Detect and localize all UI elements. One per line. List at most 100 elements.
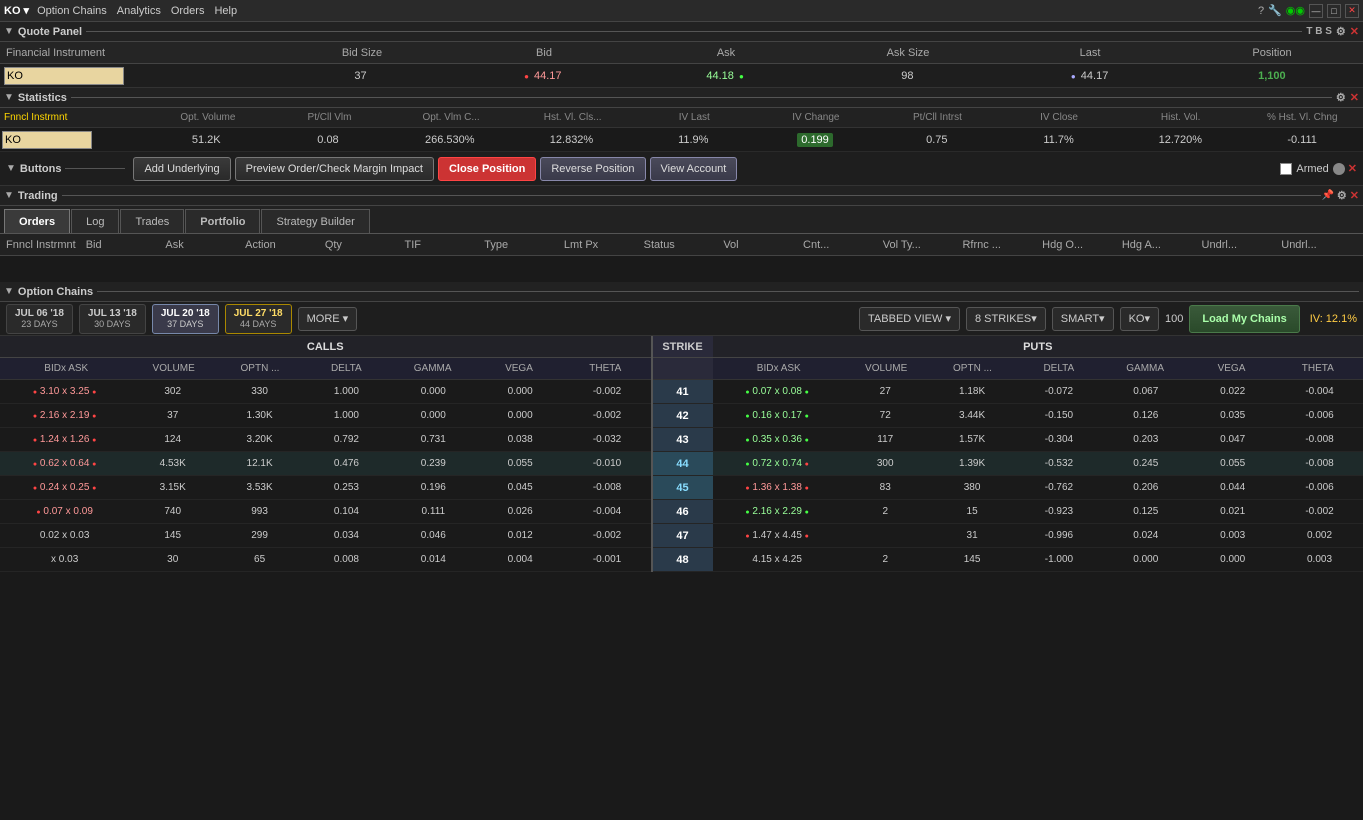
ask-number: 44.18 (706, 70, 734, 82)
menu-help[interactable]: Help (214, 5, 237, 17)
calls-row-3[interactable]: ● 0.62 x 0.64 ● 4.53K 12.1K 0.476 0.239 … (0, 452, 651, 476)
close-button[interactable]: ✕ (1345, 4, 1359, 18)
armed-icon-circle[interactable] (1333, 163, 1345, 175)
calls-bidask-0: ● 3.10 x 3.25 ● (0, 386, 129, 397)
title-bar-left: KO ▾ Option Chains Analytics Orders Help (4, 4, 1258, 17)
last-number: 44.17 (1081, 70, 1109, 82)
menu-orders[interactable]: Orders (171, 5, 205, 17)
strike-row-7[interactable]: 48 (653, 548, 713, 572)
calls-row-4[interactable]: ● 0.24 x 0.25 ● 3.15K 3.53K 0.253 0.196 … (0, 476, 651, 500)
settings-icon[interactable]: 🔧 (1268, 4, 1282, 17)
header-controls: ⚙ ✕ (1336, 91, 1359, 104)
calls-row-1[interactable]: ● 2.16 x 2.19 ● 37 1.30K 1.000 0.000 0.0… (0, 404, 651, 428)
gear-icon[interactable]: ⚙ (1336, 25, 1346, 38)
menu-option-chains[interactable]: Option Chains (37, 5, 107, 17)
stats-col-hstvl: Hst. Vl. Cls... (512, 112, 634, 123)
date-tab-jul06[interactable]: JUL 06 '18 23 DAYS (6, 304, 73, 334)
puts-gamma-6: 0.024 (1102, 530, 1189, 541)
stats-instrument-field[interactable] (0, 131, 145, 149)
strike-row-5[interactable]: 46 (653, 500, 713, 524)
close-position-button[interactable]: Close Position (438, 157, 536, 181)
collapse-arrow[interactable]: ▼ (4, 92, 14, 103)
calls-row-5[interactable]: ● 0.07 x 0.09 740 993 0.104 0.111 0.026 … (0, 500, 651, 524)
reverse-position-button[interactable]: Reverse Position (540, 157, 645, 181)
date-tab-jul20[interactable]: JUL 20 '18 37 DAYS (152, 304, 219, 334)
calls-ch-delta: DELTA (303, 363, 389, 374)
instrument-field[interactable] (0, 67, 269, 85)
strike-row-1[interactable]: 42 (653, 404, 713, 428)
date-tab-jul27[interactable]: JUL 27 '18 44 DAYS (225, 304, 292, 334)
strike-row-2[interactable]: 43 (653, 428, 713, 452)
hundred-label: 100 (1165, 313, 1183, 325)
trading-section: ▼ Trading 📌 ⚙ ✕ Orders Log Trades Portfo… (0, 186, 1363, 282)
minimize-button[interactable]: — (1309, 4, 1323, 18)
collapse-arrow[interactable]: ▼ (4, 286, 14, 297)
calls-vega-7: 0.004 (477, 554, 564, 565)
load-chains-button[interactable]: Load My Chains (1189, 305, 1299, 333)
calls-bidask-5: ● 0.07 x 0.09 (0, 506, 129, 517)
strike-row-6[interactable]: 47 (653, 524, 713, 548)
puts-row-0[interactable]: ● 0.07 x 0.08 ● 27 1.18K -0.072 0.067 0.… (713, 380, 1363, 404)
view-account-button[interactable]: View Account (650, 157, 738, 181)
more-button[interactable]: MORE ▾ (298, 307, 358, 331)
stats-hstvlchng: -0.111 (1241, 134, 1363, 146)
trading-pin-icon[interactable]: 📌 (1321, 190, 1333, 201)
tab-trades[interactable]: Trades (120, 209, 184, 233)
puts-row-1[interactable]: ● 0.16 x 0.17 ● 72 3.44K -0.150 0.126 0.… (713, 404, 1363, 428)
puts-volume-7: 2 (842, 554, 929, 565)
puts-section: PUTS BIDx ASK VOLUME OPTN ... DELTA GAMM… (713, 336, 1363, 572)
calls-row-2[interactable]: ● 1.24 x 1.26 ● 124 3.20K 0.792 0.731 0.… (0, 428, 651, 452)
add-underlying-button[interactable]: Add Underlying (133, 157, 230, 181)
collapse-arrow[interactable]: ▼ (6, 163, 16, 174)
collapse-arrow[interactable]: ▼ (4, 190, 14, 201)
armed-icons: ✕ (1333, 162, 1357, 175)
maximize-button[interactable]: □ (1327, 4, 1341, 18)
puts-row-3[interactable]: ● 0.72 x 0.74 ● 300 1.39K -0.532 0.245 0… (713, 452, 1363, 476)
trading-header-controls: 📌 ⚙ ✕ (1321, 189, 1359, 202)
strike-row-0[interactable]: 41 (653, 380, 713, 404)
strikes-dropdown[interactable]: 8 STRIKES▾ (966, 307, 1046, 331)
gear-icon[interactable]: ⚙ (1336, 91, 1346, 104)
smart-dropdown[interactable]: SMART▾ (1052, 307, 1114, 331)
col-ask: Ask (635, 47, 817, 59)
tabbed-view-dropdown[interactable]: TABBED VIEW ▾ (859, 307, 960, 331)
preview-order-button[interactable]: Preview Order/Check Margin Impact (235, 157, 434, 181)
tab-strategy-builder[interactable]: Strategy Builder (261, 209, 369, 233)
close-icon[interactable]: ✕ (1350, 91, 1359, 104)
stats-instrument-input[interactable] (2, 131, 92, 149)
menu-analytics[interactable]: Analytics (117, 5, 161, 17)
puts-row-5[interactable]: ● 2.16 x 2.29 ● 2 15 -0.923 0.125 0.021 … (713, 500, 1363, 524)
strike-row-3[interactable]: 44 (653, 452, 713, 476)
stats-ptcll-intrst: 0.75 (876, 134, 998, 146)
puts-optn-7: 145 (929, 554, 1016, 565)
armed-checkbox[interactable] (1280, 163, 1292, 175)
strike-row-4[interactable]: 45 (653, 476, 713, 500)
date-tab-jul13[interactable]: JUL 13 '18 30 DAYS (79, 304, 146, 334)
calls-gamma-7: 0.014 (390, 554, 477, 565)
armed-close-icon[interactable]: ✕ (1348, 162, 1357, 175)
puts-row-6[interactable]: ● 1.47 x 4.45 ● 31 -0.996 0.024 0.003 0.… (713, 524, 1363, 548)
calls-header-label: CALLS (307, 341, 344, 353)
help-icon[interactable]: ? (1258, 5, 1264, 17)
tab-portfolio[interactable]: Portfolio (185, 209, 260, 233)
ko-dropdown[interactable]: KO▾ (1120, 307, 1159, 331)
puts-row-7[interactable]: 4.15 x 4.25 2 145 -1.000 0.000 0.000 0.0… (713, 548, 1363, 572)
puts-vega-0: 0.022 (1189, 386, 1276, 397)
collapse-arrow[interactable]: ▼ (4, 26, 14, 37)
option-chains-section: ▼ Option Chains JUL 06 '18 23 DAYS JUL 1… (0, 282, 1363, 820)
tab-log[interactable]: Log (71, 209, 119, 233)
trading-close-icon[interactable]: ✕ (1350, 189, 1359, 202)
close-icon[interactable]: ✕ (1350, 25, 1359, 38)
calls-volume-3: 4.53K (129, 458, 216, 469)
instrument-input[interactable] (4, 67, 124, 85)
calls-row-6[interactable]: 0.02 x 0.03 145 299 0.034 0.046 0.012 -0… (0, 524, 651, 548)
trading-gear-icon[interactable]: ⚙ (1337, 189, 1347, 202)
calls-row-0[interactable]: ● 3.10 x 3.25 ● 302 330 1.000 0.000 0.00… (0, 380, 651, 404)
puts-row-4[interactable]: ● 1.36 x 1.38 ● 83 380 -0.762 0.206 0.04… (713, 476, 1363, 500)
stats-opt-volume: 51.2K (145, 134, 267, 146)
tab-orders[interactable]: Orders (4, 209, 70, 233)
puts-gamma-3: 0.245 (1102, 458, 1189, 469)
calls-row-7[interactable]: x 0.03 30 65 0.008 0.014 0.004 -0.001 (0, 548, 651, 572)
puts-row-2[interactable]: ● 0.35 x 0.36 ● 117 1.57K -0.304 0.203 0… (713, 428, 1363, 452)
th-ask: Ask (163, 239, 243, 251)
